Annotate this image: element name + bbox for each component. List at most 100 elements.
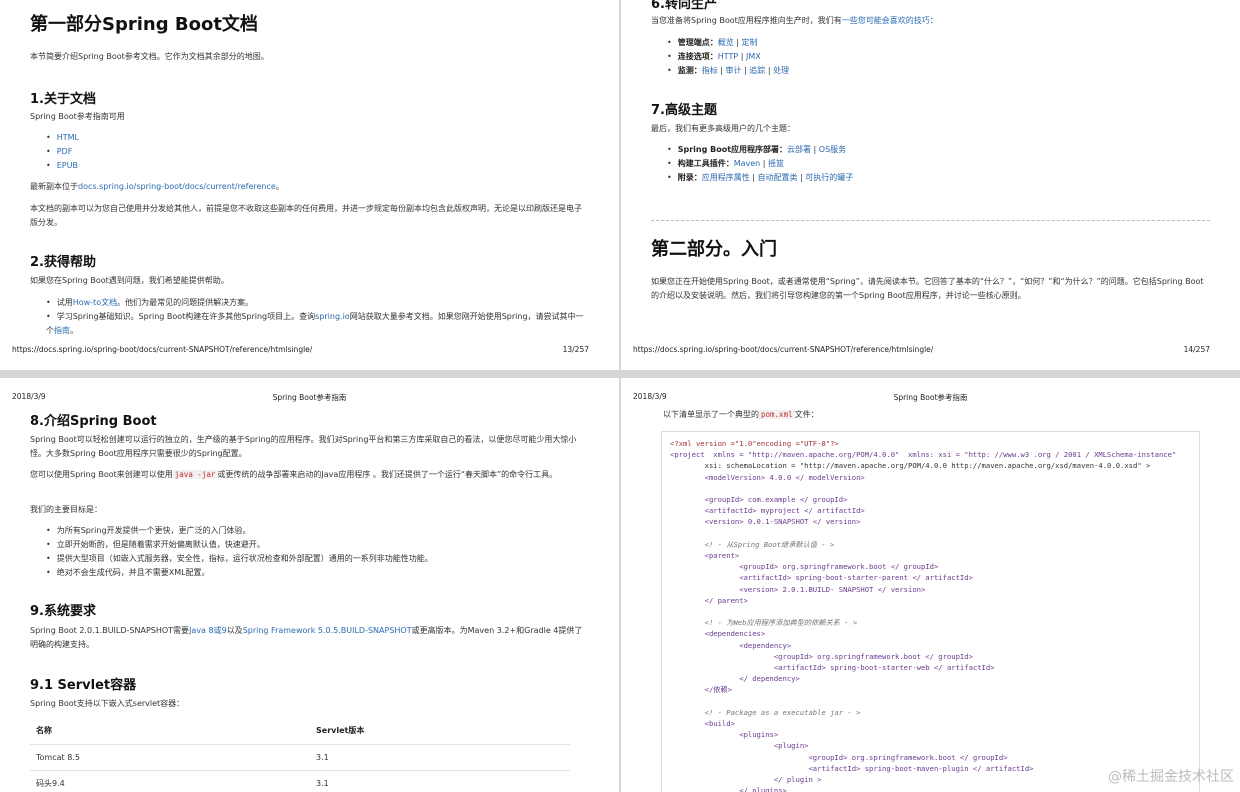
- section7-text: 最后，我们有更多高级用户的几个主题：: [651, 124, 795, 133]
- trace-link[interactable]: 追踪: [749, 66, 765, 75]
- java-link[interactable]: Java 8或9: [189, 626, 227, 635]
- help-list: 试用How-to文档。他们为最常见的问题提供解决方案。 学习Spring基础知识…: [30, 296, 589, 338]
- section9-title: 9.系统要求: [30, 604, 96, 619]
- page-16: 2018/3/9 Spring Boot参考指南 以下清单显示了一个典型的 pom…: [621, 378, 1240, 792]
- page-14: 6.转向生产 当您准备将Spring Boot应用程序推向生产时，我们有一些您可…: [621, 0, 1240, 370]
- code-line: <parent>: [670, 551, 740, 561]
- footer-url: https://docs.spring.io/spring-boot/docs/…: [633, 345, 934, 354]
- copyright-text: 本文档的副本可以为您自己使用并分发给其他人，前提是您不收取这些副本的任何费用，并…: [30, 204, 582, 227]
- footer-url: https://docs.spring.io/spring-boot/docs/…: [12, 345, 313, 354]
- spring-framework-link[interactable]: Spring Framework 5.0.5.BUILD-SNAPSHOT: [243, 626, 412, 635]
- code-line: <artifactId> spring-boot-starter-web </ …: [670, 663, 995, 673]
- production-item: 连接选项：HTTP | JMX: [667, 50, 1210, 64]
- production-item: 管理端点：概览 | 定制: [667, 36, 1210, 50]
- production-list: 管理端点：概览 | 定制 连接选项：HTTP | JMX 监测：指标 | 审计 …: [651, 36, 1210, 78]
- production-item: 监测：指标 | 审计 | 追踪 | 处理: [667, 64, 1210, 78]
- pom-xml-code: pom.xml: [759, 410, 795, 419]
- process-link[interactable]: 处理: [773, 66, 789, 75]
- spring-io-link[interactable]: spring.io: [315, 312, 350, 321]
- docs-reference-link[interactable]: docs.spring.io/spring-boot/docs/current/…: [78, 182, 276, 191]
- part2-text: 如果您正在开始使用Spring Boot，或者通常使用“Spring”，请先阅读…: [651, 277, 1204, 300]
- pom-code-block: <?xml version ="1.0"encoding ="UTF-8"?> <…: [661, 431, 1200, 792]
- goal-item: 提供大型项目（如嵌入式服务器，安全性，指标，运行状况检查和外部配置）通用的一系列…: [46, 552, 589, 566]
- code-line: <groupId> org.springframework.boot </ gr…: [670, 562, 939, 572]
- format-list: HTML PDF EPUB: [30, 131, 589, 173]
- section1-text: Spring Boot参考指南可用: [30, 112, 125, 121]
- table-row: 码头9.4 3.1: [30, 770, 570, 792]
- code-line: <groupId> com.example </ groupId>: [670, 495, 848, 505]
- cloud-deploy-link[interactable]: 云部署: [787, 145, 811, 154]
- section6-title: 6.转向生产: [651, 0, 717, 12]
- guides-link[interactable]: 指南: [54, 326, 70, 335]
- epub-link[interactable]: EPUB: [57, 161, 78, 170]
- table-header-row: 名称 Servlet版本: [30, 718, 570, 745]
- http-link[interactable]: HTTP: [718, 52, 738, 61]
- table-cell: 3.1: [310, 744, 570, 771]
- table-cell: Tomcat 8.5: [30, 744, 310, 771]
- code-line: <plugins>: [670, 730, 779, 740]
- maven-link[interactable]: Maven: [734, 159, 761, 168]
- autoconfig-link[interactable]: 自动配置类: [758, 173, 798, 182]
- table-row: Tomcat 8.5 3.1: [30, 744, 570, 771]
- pom-intro: 以下清单显示了一个典型的 pom.xml 文件：: [663, 410, 819, 419]
- tips-link[interactable]: 一些您可能会喜欢的技巧: [842, 16, 930, 25]
- goal-item: 绝对不会生成代码，并且不需要XML配置。: [46, 566, 589, 580]
- code-line: <artifactId> myproject </ artifactId>: [670, 506, 865, 516]
- code-line: </依赖>: [670, 685, 732, 695]
- code-line: <dependencies>: [670, 629, 766, 639]
- metrics-link[interactable]: 指标: [702, 66, 718, 75]
- code-line: <plugin>: [670, 741, 809, 751]
- code-line: <! - Package as a executable jar - >: [670, 707, 861, 717]
- jmx-link[interactable]: JMX: [746, 52, 761, 61]
- app-properties-link[interactable]: 应用程序属性: [702, 173, 750, 182]
- code-line: </ parent>: [670, 595, 748, 605]
- page-number: 14/257: [1183, 345, 1210, 354]
- page-divider: [651, 220, 1210, 221]
- section1-title: 1.关于文档: [30, 92, 96, 107]
- advanced-item: 附录：应用程序属性 | 自动配置类 | 可执行的罐子: [667, 171, 1210, 185]
- page-footer: https://docs.spring.io/spring-boot/docs/…: [12, 345, 589, 354]
- page-header: 2018/3/9 Spring Boot参考指南: [633, 392, 1228, 402]
- page-header: 2018/3/9 Spring Boot参考指南: [12, 392, 607, 402]
- code-line: <! - 为Web应用程序添加典型的依赖关系 - >: [670, 618, 858, 628]
- code-line: <build>: [670, 719, 735, 729]
- java-jar-code: java -jar: [172, 470, 218, 479]
- section8-title: 8.介绍Spring Boot: [30, 414, 157, 429]
- code-line: xsi: schemaLocation = "http://maven.apac…: [670, 461, 1151, 471]
- html-link[interactable]: HTML: [57, 133, 79, 142]
- format-item: EPUB: [46, 159, 589, 173]
- code-line: <modelVersion> 4.0.0 </ modelVersion>: [670, 472, 865, 482]
- goal-item: 为所有Spring开发提供一个更快，更广泛的入门体验。: [46, 524, 589, 538]
- audit-link[interactable]: 审计: [726, 66, 742, 75]
- page-number: 13/257: [562, 345, 589, 354]
- format-item: PDF: [46, 145, 589, 159]
- gradle-link[interactable]: 摇篮: [768, 159, 784, 168]
- header-title: Spring Boot参考指南: [272, 393, 347, 402]
- servlet-table-wrap: 名称 Servlet版本 Tomcat 8.5 3.1 码头9.4 3.1: [30, 718, 589, 792]
- part1-intro: 本节简要介绍Spring Boot参考文档。它作为文档其余部分的地图。: [30, 52, 269, 61]
- section7-title: 7.高级主题: [651, 103, 717, 118]
- col-name-header: 名称: [30, 718, 310, 745]
- section2-text: 如果您在Spring Boot遇到问题，我们希望能提供帮助。: [30, 276, 229, 285]
- help-item: 学习Spring基础知识。Spring Boot构建在许多其他Spring项目上…: [46, 310, 589, 338]
- goals-list: 为所有Spring开发提供一个更快，更广泛的入门体验。 立即开始断酌，但是随着需…: [30, 524, 589, 580]
- part1-title: 第一部分Spring Boot文档: [30, 14, 258, 35]
- code-line: <groupId> org.springframework.boot </ gr…: [670, 651, 973, 661]
- overview-link[interactable]: 概览: [718, 38, 734, 47]
- servlet-table: 名称 Servlet版本 Tomcat 8.5 3.1 码头9.4 3.1: [30, 718, 570, 792]
- customize-link[interactable]: 定制: [742, 38, 758, 47]
- os-service-link[interactable]: OS服务: [819, 145, 846, 154]
- section6-text: 当您准备将Spring Boot应用程序推向生产时，我们有一些您可能会喜欢的技巧…: [651, 16, 938, 25]
- page-13: 第一部分Spring Boot文档 本节简要介绍Spring Boot参考文档。…: [0, 0, 619, 370]
- pdf-link[interactable]: PDF: [57, 147, 73, 156]
- code-line: <?xml version ="1.0"encoding ="UTF-8"?>: [670, 439, 839, 448]
- code-line: <! - 从Spring Boot继承默认值 - >: [670, 539, 835, 549]
- howto-link[interactable]: How-to文档: [73, 298, 117, 307]
- table-cell: 3.1: [310, 770, 570, 792]
- executable-jar-link[interactable]: 可执行的罐子: [805, 173, 853, 182]
- code-line: <groupId> org.springframework.boot </ gr…: [670, 752, 1008, 762]
- section8-para1: Spring Boot可以轻松创建可以运行的独立的，生产级的基于Spring的应…: [30, 435, 577, 458]
- section8-para3: 我们的主要目标是：: [30, 505, 102, 514]
